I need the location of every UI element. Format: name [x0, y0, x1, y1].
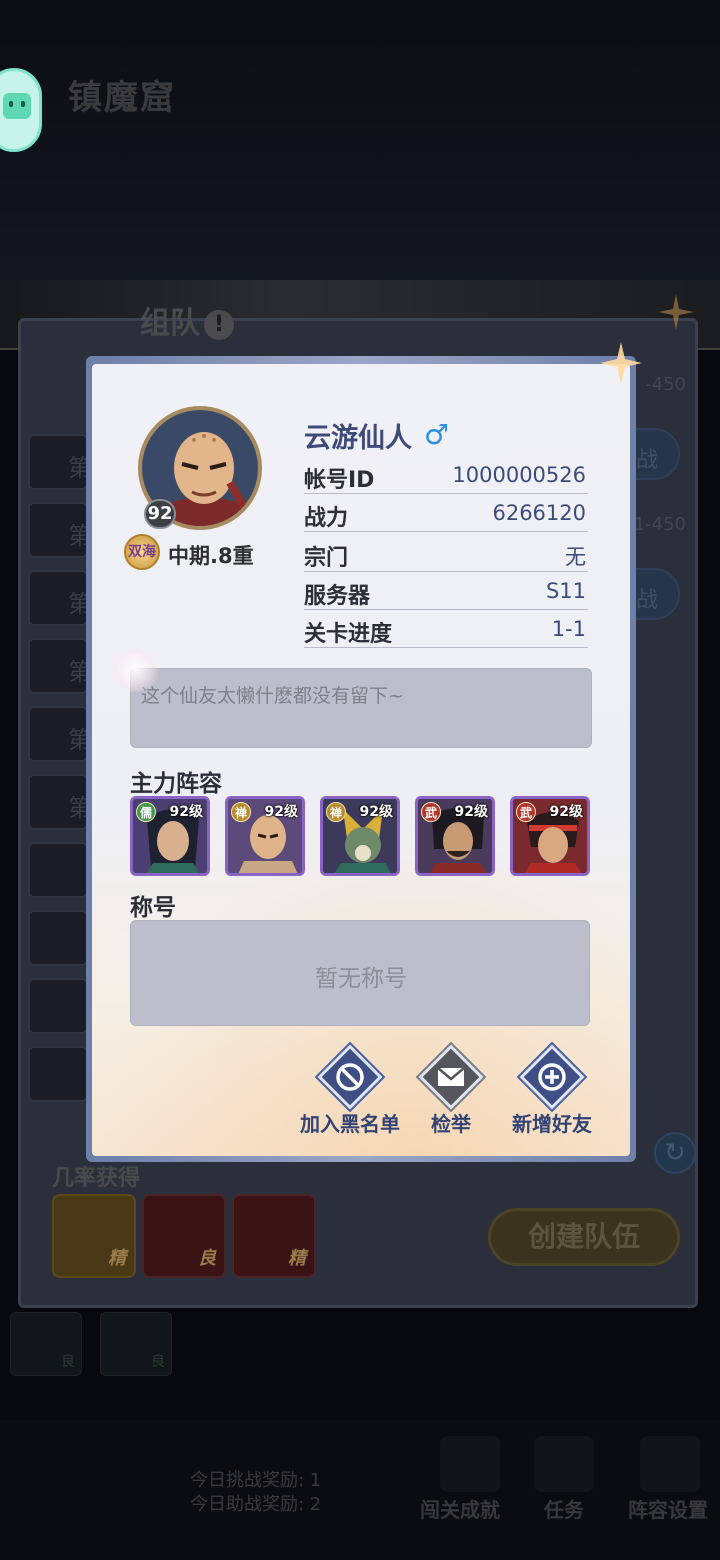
sparkle-blur — [110, 648, 160, 692]
team-row: 第 — [28, 774, 92, 830]
info-key: 关卡进度 — [304, 622, 393, 647]
hero-level: 92级 — [454, 804, 488, 820]
info-key: 战力 — [304, 506, 349, 531]
create-team-button[interactable]: 创建队伍 — [488, 1208, 680, 1266]
team-row: 第 — [28, 434, 92, 490]
level-range: -450 — [645, 374, 686, 395]
nav-lineup-settings[interactable]: 阵容设置 — [628, 1494, 708, 1523]
team-row — [28, 910, 88, 966]
drop-chance-label: 几率获得 — [52, 1166, 141, 1191]
player-level-badge: 92 — [144, 499, 176, 529]
dungeon-title: 镇魔窟 — [68, 78, 176, 118]
reward-grade: 精 — [108, 1248, 126, 1269]
hero-type-badge: 儒 — [136, 802, 156, 822]
hero-level: 92级 — [264, 804, 298, 820]
assistant-eye — [21, 101, 25, 107]
add-friend-label: 新增好友 — [512, 1112, 592, 1136]
hero-type-badge: 禅 — [231, 802, 251, 822]
info-icon[interactable]: ! — [204, 309, 234, 340]
titles-box: 暂无称号 — [130, 920, 590, 1026]
challenge-button-label: 战 — [636, 448, 659, 473]
info-row-server: 服务器 S11 — [304, 574, 588, 610]
level-range: 1-450 — [633, 514, 686, 535]
info-key: 宗门 — [304, 546, 349, 571]
challenge-button-label: 战 — [636, 588, 659, 613]
male-gender-icon: ♂ — [424, 418, 450, 451]
nav-achievements[interactable]: 闯关成就 — [420, 1494, 500, 1523]
hero-card[interactable]: 儒 92级 — [130, 796, 210, 876]
hero-level: 92级 — [549, 804, 583, 820]
reward-item[interactable]: 良 — [142, 1194, 226, 1278]
info-row-power: 战力 6266120 — [304, 496, 588, 532]
info-value: S11 — [545, 579, 586, 603]
team-row: 第 — [28, 502, 92, 558]
block-icon — [336, 1063, 364, 1091]
reward-grade: 良 — [151, 1354, 165, 1370]
blacklist-label: 加入黑名单 — [300, 1112, 400, 1136]
info-key: 服务器 — [304, 584, 371, 609]
info-row-stage-progress: 关卡进度 1-1 — [304, 612, 588, 648]
hero-level: 92级 — [169, 804, 203, 820]
reward-grade: 精 — [288, 1248, 306, 1269]
bottom-reward-slot: 良 — [10, 1312, 82, 1376]
hero-card[interactable]: 武 92级 — [415, 796, 495, 876]
info-row-sect: 宗门 无 — [304, 536, 588, 572]
report-button[interactable]: 检举 — [396, 1044, 506, 1144]
daily-challenge-reward: 今日挑战奖励: 1 — [190, 1470, 322, 1491]
task-icon[interactable] — [534, 1436, 594, 1492]
info-value: 1-1 — [551, 617, 586, 641]
mail-icon — [437, 1067, 465, 1086]
reward-grade: 良 — [198, 1248, 216, 1269]
player-signature-box: 这个仙友太懒什麽都没有留下~ — [130, 668, 592, 748]
hero-level: 92级 — [359, 804, 393, 820]
sparkle-icon — [600, 342, 642, 384]
reward-item[interactable]: 精 — [52, 1194, 136, 1278]
team-title: 组队! — [140, 298, 234, 342]
player-signature: 这个仙友太懒什麽都没有留下~ — [141, 685, 404, 707]
titles-section-title: 称号 — [130, 895, 176, 921]
cultivation-realm: 中期.8重 — [168, 544, 254, 568]
hero-type-badge: 禅 — [326, 802, 346, 822]
info-value: 6266120 — [492, 501, 586, 525]
team-title-text: 组队 — [140, 306, 200, 341]
hero-card[interactable]: 武 92级 — [510, 796, 590, 876]
hero-card[interactable]: 禅 92级 — [320, 796, 400, 876]
team-row: 第 — [28, 706, 92, 762]
floating-assistant-icon[interactable] — [0, 68, 42, 152]
refresh-icon[interactable]: ↻ — [654, 1132, 696, 1174]
hero-card[interactable]: 禅 92级 — [225, 796, 305, 876]
bottom-bar — [0, 1420, 720, 1560]
team-row — [28, 842, 88, 898]
daily-assist-reward: 今日助战奖励: 2 — [190, 1494, 322, 1515]
reward-item[interactable]: 精 — [232, 1194, 316, 1278]
blacklist-button[interactable]: 加入黑名单 — [295, 1044, 405, 1144]
team-row: 第 — [28, 570, 92, 626]
info-row-account-id: 帐号ID 1000000526 — [304, 458, 588, 494]
team-row — [28, 1046, 88, 1102]
assistant-eye — [9, 101, 13, 107]
nav-tasks[interactable]: 任务 — [544, 1494, 584, 1523]
info-value: 无 — [565, 545, 586, 569]
hero-type-badge: 武 — [421, 802, 441, 822]
player-name: 云游仙人 — [304, 423, 412, 454]
realm-icon: 双海 — [124, 534, 160, 570]
lineup-settings-icon[interactable] — [640, 1436, 700, 1492]
info-value: 1000000526 — [452, 463, 586, 487]
report-label: 检举 — [431, 1112, 471, 1136]
bottom-reward-slot: 良 — [100, 1312, 172, 1376]
sparkle-icon — [658, 294, 694, 330]
achievement-icon[interactable] — [440, 1436, 500, 1492]
hero-type-badge: 武 — [516, 802, 536, 822]
team-row — [28, 978, 88, 1034]
info-key: 帐号ID — [304, 468, 375, 493]
team-row: 第 — [28, 638, 92, 694]
no-title-text: 暂无称号 — [315, 966, 407, 992]
add-friend-icon — [538, 1063, 566, 1091]
reward-grade: 良 — [61, 1354, 75, 1370]
add-friend-button[interactable]: 新增好友 — [497, 1044, 607, 1144]
assistant-face — [3, 93, 31, 119]
lineup-title: 主力阵容 — [130, 771, 222, 797]
